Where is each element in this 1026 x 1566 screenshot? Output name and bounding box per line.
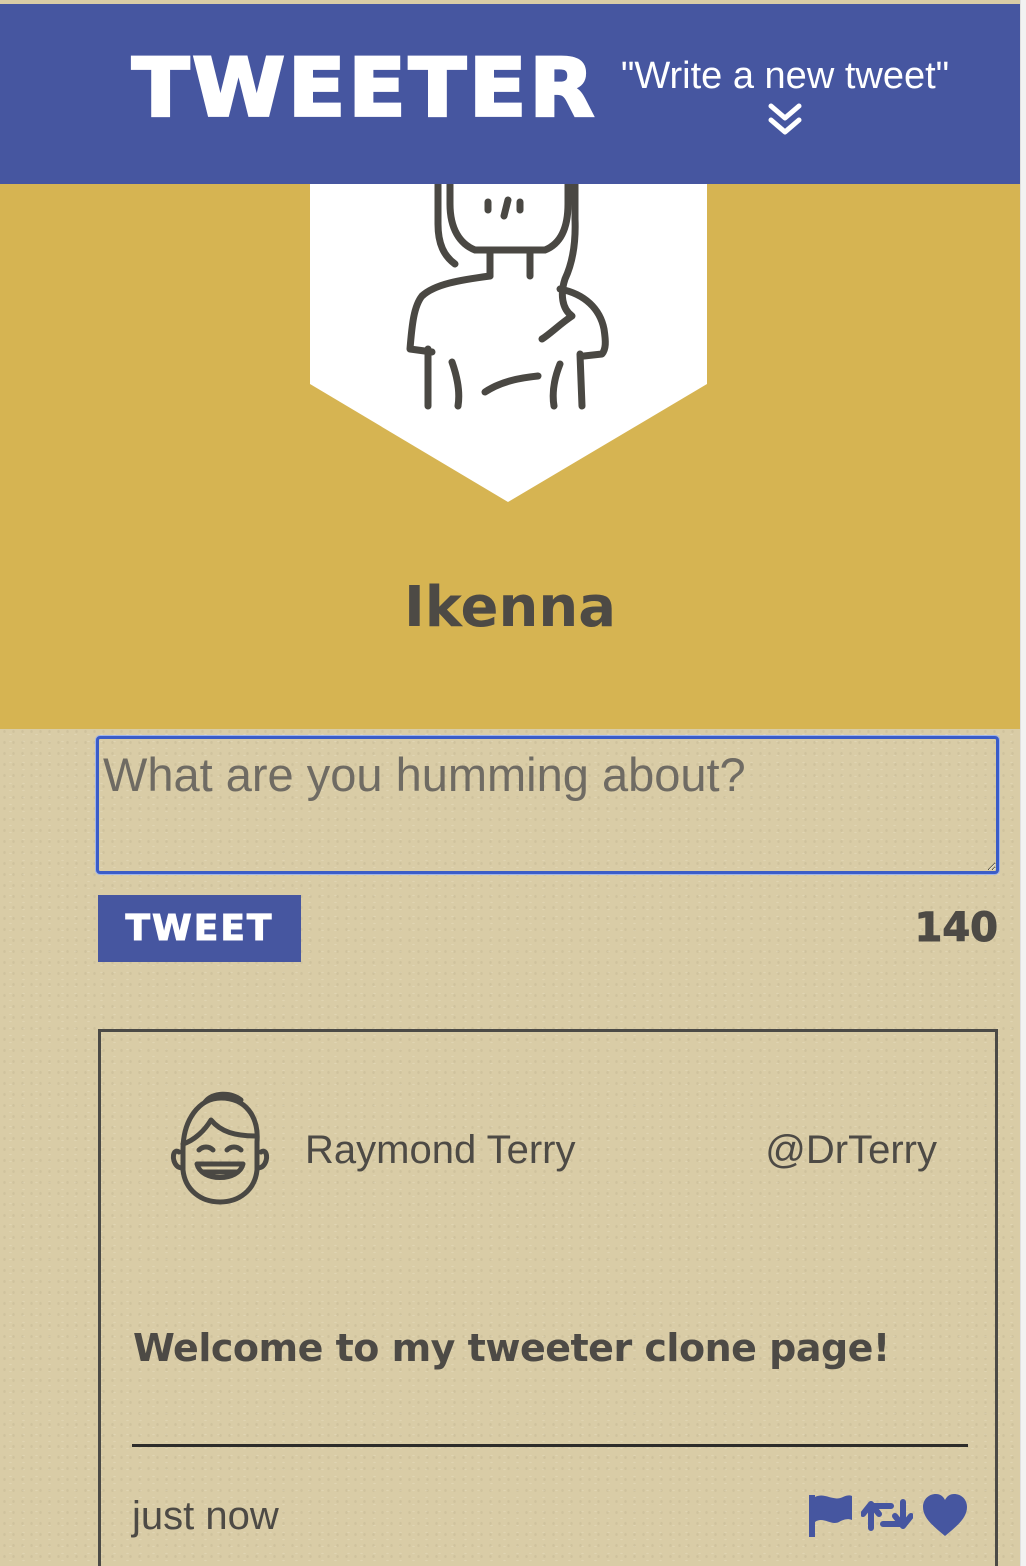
tweet-content: Welcome to my tweeter clone page! [133, 1326, 890, 1370]
top-nav: TWEETER "Write a new tweet" [0, 4, 1020, 184]
write-new-tweet-toggle[interactable]: "Write a new tweet" [610, 54, 960, 138]
heart-icon[interactable] [921, 1492, 969, 1538]
double-chevron-down-icon [768, 103, 802, 135]
tweet-author-name[interactable]: Raymond Terry [305, 1128, 575, 1172]
character-counter: 140 [914, 905, 999, 952]
scrollbar[interactable] [1020, 0, 1026, 1566]
profile-header: Ikenna [0, 184, 1020, 729]
profile-name: Ikenna [403, 575, 617, 640]
tweet-author-handle[interactable]: @DrTerry [765, 1128, 937, 1172]
tweet-card: Raymond Terry @DrTerry Welcome to my twe… [98, 1029, 998, 1566]
tweet-submit-button[interactable]: TWEET [98, 895, 301, 962]
tweet-timestamp: just now [132, 1494, 279, 1538]
smiling-man-avatar-icon [170, 1091, 270, 1205]
flag-icon[interactable] [807, 1492, 853, 1538]
tweet-text-input[interactable] [96, 736, 999, 874]
retweet-icon[interactable] [861, 1492, 913, 1538]
tweet-actions [807, 1492, 971, 1538]
brand-logo[interactable]: TWEETER [130, 47, 597, 130]
woman-avatar-icon [310, 184, 707, 502]
tweet-divider [132, 1444, 968, 1447]
page: TWEETER "Write a new tweet" Ikenna What … [0, 0, 1020, 1566]
write-new-tweet-label: "Write a new tweet" [620, 55, 950, 97]
